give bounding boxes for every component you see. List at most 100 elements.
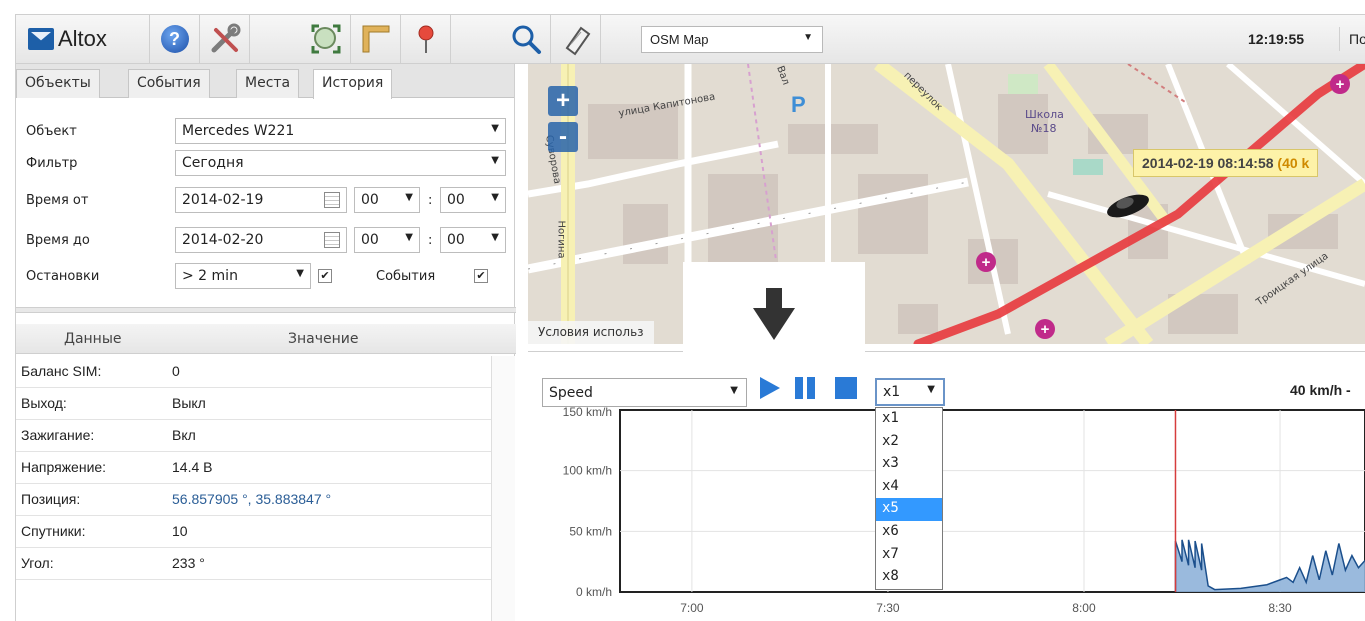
annotation-callout bbox=[683, 262, 865, 354]
zoom-out-button[interactable]: - bbox=[548, 122, 578, 152]
tab-objects[interactable]: Объекты bbox=[16, 69, 100, 98]
time-from-hour-select[interactable]: 00 ▼ bbox=[354, 187, 420, 213]
time-to-row: Время до 2014-02-20 00 ▼ : 00 ▼ bbox=[16, 227, 516, 255]
column-header-value[interactable]: Значение bbox=[288, 331, 358, 347]
filter-select[interactable]: Сегодня ▼ bbox=[175, 150, 506, 176]
map-attribution[interactable]: Условия использ bbox=[528, 321, 654, 344]
data-grid: Баланс SIM: 0 Выход: Выкл Зажигание: Вкл Напря… bbox=[16, 356, 491, 580]
events-label: События bbox=[376, 269, 436, 284]
table-row[interactable]: Выход: Выкл bbox=[16, 388, 491, 420]
stops-checkbox[interactable]: ✔ bbox=[318, 269, 332, 283]
tab-events[interactable]: События bbox=[128, 69, 210, 98]
tab-history[interactable]: История bbox=[313, 69, 393, 99]
time-to-date: 2014-02-20 bbox=[182, 232, 264, 248]
table-row[interactable]: Напряжение: 14.4 В bbox=[16, 452, 491, 484]
x-tick-label: 7:00 bbox=[680, 601, 704, 615]
playback-speed-option[interactable]: x1 bbox=[876, 408, 942, 431]
playback-speed-option[interactable]: x2 bbox=[876, 431, 942, 454]
map-label-school: Школа bbox=[1025, 108, 1064, 121]
grid-scrollbar[interactable] bbox=[491, 356, 515, 621]
help-button[interactable]: ? bbox=[150, 15, 200, 63]
chevron-down-icon: ▼ bbox=[491, 123, 499, 134]
playback-speed-select[interactable]: x1 ▼ bbox=[875, 378, 945, 406]
playback-speed-option[interactable]: x8 bbox=[876, 566, 942, 589]
chevron-down-icon: ▼ bbox=[405, 192, 413, 203]
playback-speed-option[interactable]: x5 bbox=[876, 498, 942, 521]
zoom-in-button[interactable]: + bbox=[548, 86, 578, 116]
chevron-down-icon: ▼ bbox=[405, 232, 413, 243]
table-row[interactable]: Баланс SIM: 0 bbox=[16, 356, 491, 388]
events-checkbox[interactable]: ✔ bbox=[474, 269, 488, 283]
time-from-date: 2014-02-19 bbox=[182, 192, 264, 208]
metric-select[interactable]: Speed ▼ bbox=[542, 378, 747, 407]
stops-value: > 2 min bbox=[182, 268, 238, 284]
stops-row: Остановки > 2 min ▼ ✔ События ✔ bbox=[16, 263, 516, 291]
toolbar-menu-truncated[interactable]: По bbox=[1339, 27, 1365, 51]
filter-row: Фильтр Сегодня ▼ bbox=[16, 150, 516, 178]
time-from-date-field[interactable]: 2014-02-19 bbox=[175, 187, 347, 213]
filter-label: Фильтр bbox=[26, 156, 78, 171]
settings-button[interactable] bbox=[200, 15, 250, 63]
object-row: Объект Mercedes W221 ▼ bbox=[16, 118, 516, 146]
tooltip-speed: (40 k bbox=[1273, 155, 1310, 171]
ruler-button[interactable] bbox=[351, 15, 401, 63]
zoom-extent-icon bbox=[311, 24, 340, 54]
search-button[interactable] bbox=[501, 15, 551, 63]
chevron-down-icon: ▼ bbox=[491, 232, 499, 243]
y-tick-label: 0 km/h bbox=[576, 585, 612, 599]
svg-text:+: + bbox=[1041, 321, 1050, 338]
row-key: Зажигание: bbox=[21, 427, 95, 443]
column-header-data[interactable]: Данные bbox=[64, 331, 122, 347]
brand[interactable]: Altox bbox=[16, 15, 150, 63]
play-icon[interactable] bbox=[758, 375, 782, 401]
calendar-icon[interactable] bbox=[324, 232, 340, 248]
position-link[interactable]: 56.857905 °, 35.883847 ° bbox=[172, 491, 331, 507]
place-marker-button[interactable] bbox=[401, 15, 451, 63]
row-value: 10 bbox=[172, 523, 188, 539]
stops-select[interactable]: > 2 min ▼ bbox=[175, 263, 311, 289]
playback-speed-option[interactable]: x4 bbox=[876, 476, 942, 499]
clock: 12:19:55 bbox=[1248, 31, 1305, 47]
metric-value: Speed bbox=[549, 385, 593, 401]
table-row[interactable]: Угол: 233 ° bbox=[16, 548, 491, 580]
row-value: Вкл bbox=[172, 427, 196, 443]
time-from-row: Время от 2014-02-19 00 ▼ : 00 ▼ bbox=[16, 187, 516, 215]
time-to-date-field[interactable]: 2014-02-20 bbox=[175, 227, 347, 253]
map-label-nogina: Ногина bbox=[555, 220, 567, 259]
table-row[interactable]: Зажигание: Вкл bbox=[16, 420, 491, 452]
help-icon: ? bbox=[160, 25, 189, 53]
chevron-down-icon: ▼ bbox=[491, 155, 499, 166]
map-view[interactable]: + + + улица Капитонова Школа №18 P Вал п… bbox=[528, 64, 1365, 344]
time-from-min-select[interactable]: 00 ▼ bbox=[440, 187, 506, 213]
panel-splitter[interactable] bbox=[16, 307, 516, 313]
tab-places[interactable]: Места bbox=[236, 69, 300, 98]
row-value: 14.4 В bbox=[172, 459, 213, 475]
chevron-down-icon: ▼ bbox=[296, 268, 304, 279]
svg-text:+: + bbox=[1336, 76, 1345, 93]
map-layer-select[interactable]: OSM Map ▼ bbox=[641, 26, 823, 53]
map-pin-icon bbox=[418, 25, 433, 53]
playback-speed-option[interactable]: x6 bbox=[876, 521, 942, 544]
svg-text:+: + bbox=[982, 254, 991, 271]
zoom-extent-button[interactable] bbox=[301, 15, 351, 63]
pause-icon[interactable] bbox=[793, 375, 817, 401]
time-to-hour-select[interactable]: 00 ▼ bbox=[354, 227, 420, 253]
chevron-down-icon: ▼ bbox=[730, 385, 738, 396]
envelope-logo-icon bbox=[28, 28, 54, 50]
calendar-icon[interactable] bbox=[324, 192, 340, 208]
table-row[interactable]: Позиция: 56.857905 °, 35.883847 ° bbox=[16, 484, 491, 516]
chart-pane: 150 km/h 100 km/h 50 km/h 0 km/h 7:00 7:30 8:0… bbox=[528, 351, 1365, 621]
time-separator: : bbox=[428, 233, 433, 248]
time-to-min-select[interactable]: 00 ▼ bbox=[440, 227, 506, 253]
table-row[interactable]: Спутники: 10 bbox=[16, 516, 491, 548]
time-to-hour: 00 bbox=[361, 232, 379, 248]
time-to-min: 00 bbox=[447, 232, 465, 248]
stop-icon[interactable] bbox=[833, 375, 859, 401]
playback-speed-option[interactable]: x3 bbox=[876, 453, 942, 476]
playback-speed-option[interactable]: x7 bbox=[876, 544, 942, 567]
object-select[interactable]: Mercedes W221 ▼ bbox=[175, 118, 506, 144]
report-button[interactable] bbox=[551, 15, 601, 63]
object-value: Mercedes W221 bbox=[182, 123, 295, 139]
speed-readout: 40 km/h - bbox=[1290, 382, 1351, 398]
chevron-down-icon: ▼ bbox=[803, 32, 813, 43]
